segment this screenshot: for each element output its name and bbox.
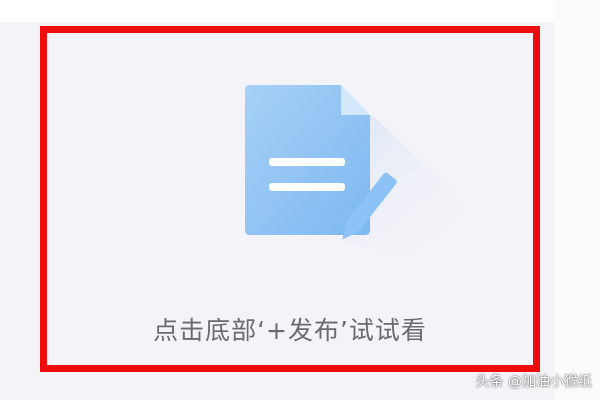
watermark-text: 头条 @加油小猴纸 — [475, 374, 592, 390]
empty-state-message: 点击底部‘+发布’试试看 — [153, 316, 427, 345]
top-strip — [0, 0, 600, 22]
document-edit-icon — [245, 85, 467, 255]
right-strip — [554, 0, 600, 400]
empty-state-highlight-box: 点击底部‘+发布’试试看 — [40, 26, 540, 372]
